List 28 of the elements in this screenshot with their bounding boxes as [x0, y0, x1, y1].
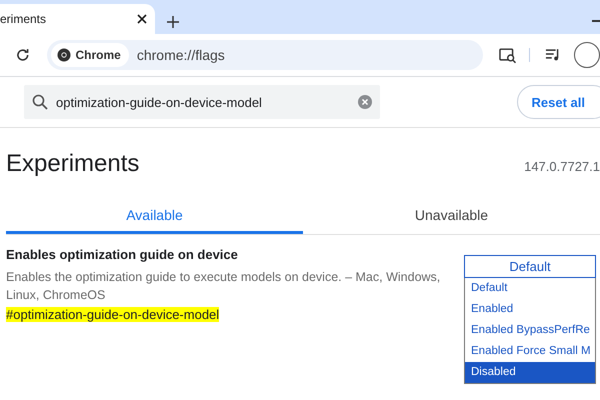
dropdown-option[interactable]: Enabled: [465, 299, 595, 320]
flag-title: Enables optimization guide on device: [6, 247, 239, 262]
new-tab-icon[interactable]: [167, 16, 179, 28]
site-chip[interactable]: Chrome: [50, 43, 129, 67]
search-text: optimization-guide-on-device-model: [56, 94, 263, 110]
version-text: 147.0.7727.1: [524, 159, 600, 174]
url-text: chrome://flags: [136, 47, 225, 63]
profile-icon[interactable]: [574, 42, 600, 68]
browser-tab[interactable]: eriments: [0, 4, 155, 34]
flag-description: Enables the optimization guide to execute models on device. – Mac, Windows, Linux, ChromeOS: [6, 269, 442, 304]
chrome-icon: [56, 48, 71, 62]
reload-icon[interactable]: [15, 47, 31, 63]
dropdown-option[interactable]: Disabled: [465, 362, 595, 383]
tab[interactable]: Unavailable: [303, 204, 600, 234]
dropdown[interactable]: Default: [464, 255, 596, 278]
flag-link[interactable]: #optimization-guide-on-device-model: [6, 307, 220, 322]
page-title: Experiments: [6, 150, 140, 178]
close-icon[interactable]: [137, 14, 147, 24]
tab[interactable]: Available: [6, 204, 303, 234]
search-field[interactable]: optimization-guide-on-device-model: [24, 85, 380, 119]
dropdown-option[interactable]: Enabled BypassPerfRe: [465, 320, 595, 341]
address-bar[interactable]: Chrome chrome://flags: [46, 40, 484, 70]
dropdown-option[interactable]: Default: [465, 278, 595, 299]
dropdown-option[interactable]: Enabled Force Small M: [465, 341, 595, 362]
page-search-icon[interactable]: [499, 46, 517, 64]
reset-all-button[interactable]: Reset all: [516, 85, 600, 119]
clear-icon[interactable]: [358, 95, 372, 109]
search-icon: [32, 94, 48, 110]
